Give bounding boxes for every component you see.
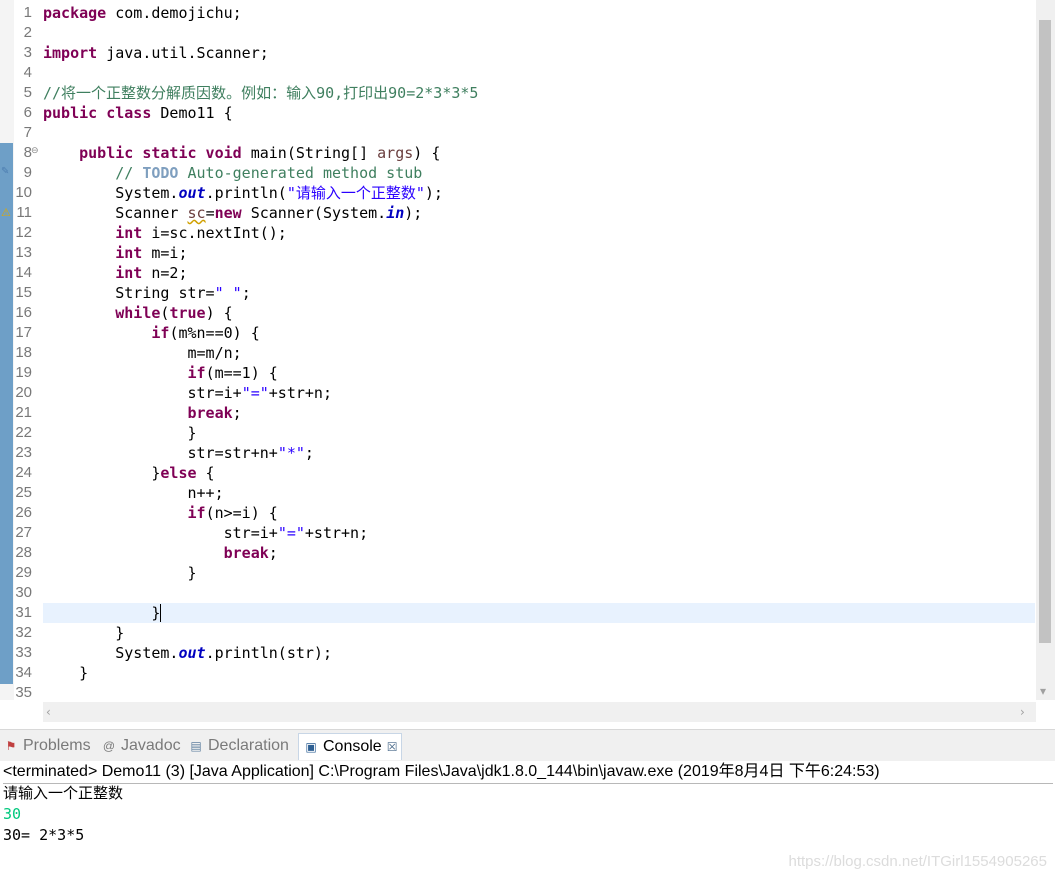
code-line: int i=sc.nextInt();	[115, 224, 287, 242]
line-number: 34	[15, 664, 32, 681]
line-number: 33	[15, 644, 32, 661]
code-line: break;	[223, 544, 278, 562]
line-number: 22	[15, 424, 32, 441]
fold-collapse-icon[interactable]: ⊖	[31, 146, 39, 156]
line-number: 28	[15, 544, 32, 561]
console-input-line: 30	[3, 805, 22, 823]
code-line: str=i+"="+str+n;	[43, 524, 369, 542]
line-number: 32	[15, 624, 32, 641]
code-line: }	[43, 624, 125, 642]
code-editor[interactable]: 1 2 3 4 5 6 7 8 9 10 11 12 13 14 15 16 17 18 19 20 21 22 23 24 2…	[0, 0, 1055, 727]
line-number: 14	[15, 264, 32, 281]
warning-marker-icon[interactable]: ⚠	[1, 206, 11, 219]
tab-declaration[interactable]: ▤ Declaration	[188, 735, 289, 757]
code-line: if(m==1) {	[187, 364, 278, 382]
horizontal-scrollbar[interactable]	[43, 702, 1036, 722]
close-icon[interactable]: ☒	[387, 740, 398, 754]
tab-console[interactable]: ▣ Console ☒	[298, 733, 403, 760]
line-number: 26	[15, 504, 32, 521]
line-number: 5	[23, 84, 32, 101]
code-line: n++;	[43, 484, 224, 502]
code-line: // TODO Auto-generated method stub	[43, 164, 423, 182]
line-number: 4	[23, 64, 32, 81]
text-cursor	[160, 604, 162, 622]
line-number: 7	[23, 124, 32, 141]
code-line: int m=i;	[115, 244, 188, 262]
code-line: m=m/n;	[43, 344, 242, 362]
code-line: break;	[187, 404, 242, 422]
line-number: 12	[15, 224, 32, 241]
line-number: 23	[15, 444, 32, 461]
code-line: str=str+n+"*";	[43, 444, 314, 462]
line-number: 13	[15, 244, 32, 261]
code-line: //将一个正整数分解质因数。例如：输入90,打印出90=2*3*3*5	[43, 84, 479, 102]
code-line: int n=2;	[115, 264, 188, 282]
line-number: 24	[15, 464, 32, 481]
line-number: 16	[15, 304, 32, 321]
javadoc-icon: @	[102, 739, 116, 753]
code-line: package com.demojichu;	[43, 4, 242, 22]
panel-tab-bar: ⚑ Problems @ Javadoc ▤ Declaration ▣ Console…	[0, 729, 1055, 761]
task-marker-icon[interactable]: ✎	[1, 166, 9, 177]
console-output-line: 30= 2*3*5	[3, 826, 85, 844]
scroll-right-icon[interactable]: ›	[1020, 705, 1025, 719]
line-number: 25	[15, 484, 32, 501]
watermark: https://blog.csdn.net/ITGirl1554905265	[788, 853, 1047, 870]
code-line: }	[43, 604, 162, 622]
vertical-scrollbar-thumb[interactable]	[1039, 20, 1051, 643]
line-number: 35	[15, 684, 32, 701]
code-line: }	[43, 424, 197, 442]
code-line: public static void main(String[] args) {	[79, 144, 441, 162]
code-line: while(true) {	[115, 304, 233, 322]
line-number: 20	[15, 384, 32, 401]
line-number: 8	[23, 144, 32, 161]
line-number: 1	[23, 4, 32, 21]
code-line: public class Demo11 {	[43, 104, 233, 122]
code-line: System.out.println(str);	[43, 644, 332, 662]
code-line: }	[43, 664, 89, 682]
problems-icon: ⚑	[5, 739, 17, 753]
console-status-line: <terminated> Demo11 (3) [Java Applicatio…	[3, 761, 1053, 784]
code-line: if(m%n==0) {	[151, 324, 260, 342]
line-number: 21	[15, 404, 32, 421]
tab-javadoc[interactable]: @ Javadoc	[101, 735, 181, 757]
line-number: 31	[15, 604, 32, 621]
console-output-line: 请输入一个正整数	[3, 784, 124, 802]
declaration-icon: ▤	[190, 739, 202, 753]
code-line: if(n>=i) {	[187, 504, 278, 522]
code-line: }	[43, 564, 197, 582]
console-icon: ▣	[305, 740, 317, 754]
line-number: 17	[15, 324, 32, 341]
tab-problems[interactable]: ⚑ Problems	[3, 735, 91, 757]
line-number: 11	[16, 204, 32, 221]
current-line-highlight	[43, 603, 1035, 623]
code-line: System.out.println("请输入一个正整数");	[43, 184, 443, 202]
line-number: 2	[23, 24, 32, 41]
line-number: 6	[23, 104, 32, 121]
code-line: Scanner sc=new Scanner(System.in);	[43, 204, 423, 222]
code-line: String str=" ";	[43, 284, 251, 302]
scroll-left-icon[interactable]: ‹	[46, 705, 51, 719]
line-number: 9	[23, 164, 32, 181]
line-number: 30	[15, 584, 32, 601]
line-number: 10	[15, 184, 32, 201]
line-number: 19	[15, 364, 32, 381]
line-number: 15	[15, 284, 32, 301]
code-line: str=i+"="+str+n;	[43, 384, 332, 402]
line-number: 29	[15, 564, 32, 581]
line-number: 27	[15, 524, 32, 541]
line-number: 3	[23, 44, 32, 61]
line-number: 18	[15, 344, 32, 361]
code-line: }else {	[43, 464, 215, 482]
scroll-down-icon[interactable]: ▾	[1040, 684, 1046, 698]
code-line: import java.util.Scanner;	[43, 44, 269, 62]
